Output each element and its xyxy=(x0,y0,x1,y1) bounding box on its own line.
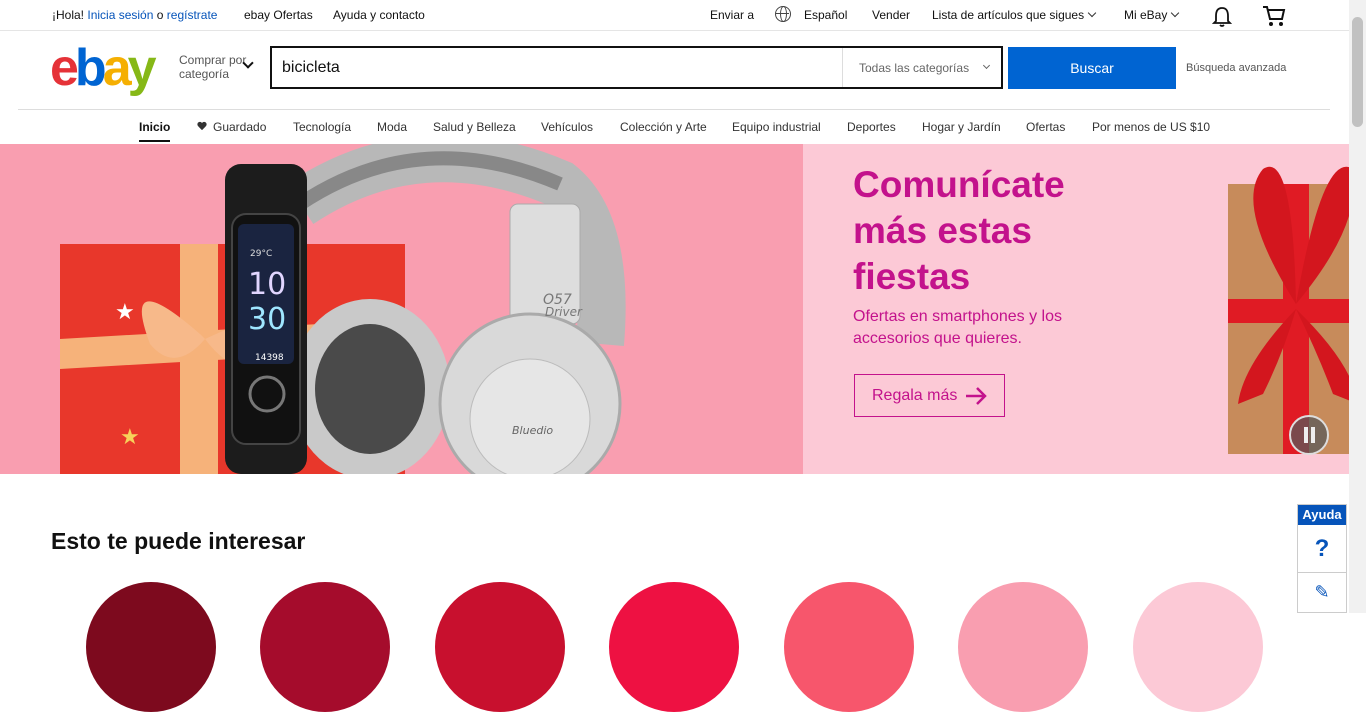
headphone-brand-text: Bluedio xyxy=(512,424,553,437)
hero-title: Comunícate más estas fiestas xyxy=(853,164,1065,297)
chevron-down-icon xyxy=(982,61,991,70)
svg-text:Driver: Driver xyxy=(545,305,583,319)
nav-item-hogar[interactable]: Hogar y Jardín xyxy=(922,120,1001,134)
category-circle[interactable] xyxy=(784,582,914,712)
help-widget[interactable]: Ayuda ? ✎ xyxy=(1297,504,1347,613)
chevron-down-icon xyxy=(1171,8,1180,18)
logo-letter: a xyxy=(102,39,132,97)
nav-item-guardado[interactable]: Guardado xyxy=(197,120,266,134)
nav-item-coleccion[interactable]: Colección y Arte xyxy=(620,120,707,134)
signin-link[interactable]: Inicia sesión xyxy=(87,8,153,22)
category-circle[interactable] xyxy=(435,582,565,712)
nav-item-equipo[interactable]: Equipo industrial xyxy=(732,120,821,134)
nav-item-menos-10[interactable]: Por menos de US $10 xyxy=(1092,120,1210,134)
chevron-down-icon xyxy=(1087,8,1097,18)
svg-text:★: ★ xyxy=(120,425,140,450)
ebay-logo[interactable]: ebay xyxy=(50,39,157,97)
category-circle[interactable] xyxy=(86,582,216,712)
greeting: ¡Hola! Inicia sesión o regístrate xyxy=(52,8,217,22)
hero-image[interactable]: ★ ★ O57 Driver Bluedio 29°C 10 30 14398 xyxy=(0,144,803,474)
search-button[interactable]: Buscar xyxy=(1008,47,1176,89)
scrollbar-thumb[interactable] xyxy=(1352,17,1363,127)
nav-item-salud[interactable]: Salud y Belleza xyxy=(433,120,516,134)
cart-icon[interactable] xyxy=(1262,5,1286,27)
logo-letter: e xyxy=(50,39,79,97)
header-divider xyxy=(18,109,1330,110)
pause-button[interactable] xyxy=(1289,415,1329,455)
gift-package-illustration xyxy=(1228,166,1349,454)
search-box: Todas las categorías xyxy=(270,46,1003,89)
active-tab-indicator xyxy=(139,140,170,142)
shop-by-category-button[interactable]: Comprar por categoría xyxy=(179,53,254,81)
globe-icon[interactable] xyxy=(775,6,791,22)
help-label: Ayuda xyxy=(1298,505,1346,525)
category-circle[interactable] xyxy=(609,582,739,712)
category-circle[interactable] xyxy=(958,582,1088,712)
section-title: Esto te puede interesar xyxy=(51,528,306,554)
page-scrollbar[interactable] xyxy=(1349,0,1366,613)
svg-text:10: 10 xyxy=(248,267,286,302)
notification-bell-icon[interactable] xyxy=(1212,6,1232,28)
svg-text:14398: 14398 xyxy=(255,353,284,363)
register-link[interactable]: regístrate xyxy=(167,8,218,22)
top-utility-bar: ¡Hola! Inicia sesión o regístrate ebay O… xyxy=(0,0,1349,31)
heart-icon xyxy=(197,122,207,131)
sell-link[interactable]: Vender xyxy=(872,8,910,22)
category-circle[interactable] xyxy=(1133,582,1263,712)
my-ebay-dropdown[interactable]: Mi eBay xyxy=(1124,8,1180,22)
nav-item-tecnologia[interactable]: Tecnología xyxy=(293,120,351,134)
nav-item-inicio[interactable]: Inicio xyxy=(139,120,170,134)
watchlist-dropdown[interactable]: Lista de artículos que sigues xyxy=(932,8,1097,22)
advanced-search-link[interactable]: Búsqueda avanzada xyxy=(1186,62,1286,74)
language-selector[interactable]: Español xyxy=(804,8,847,22)
feedback-icon[interactable]: ✎ xyxy=(1298,573,1346,611)
or-text: o xyxy=(156,8,164,22)
hero-cta-button[interactable]: Regala más xyxy=(854,374,1005,417)
greeting-text: ¡Hola! xyxy=(52,8,85,22)
svg-text:29°C: 29°C xyxy=(250,249,272,259)
hero-banner[interactable]: Comunícate más estas fiestas Ofertas en … xyxy=(803,144,1349,474)
logo-letter: y xyxy=(127,39,157,97)
search-input[interactable] xyxy=(282,56,832,80)
hero-product-illustration: ★ ★ O57 Driver Bluedio 29°C 10 30 14398 xyxy=(60,144,626,474)
nav-item-label: Guardado xyxy=(213,120,267,134)
svg-text:30: 30 xyxy=(248,302,286,337)
question-icon[interactable]: ? xyxy=(1298,525,1346,573)
nav-item-vehiculos[interactable]: Vehículos xyxy=(541,120,593,134)
nav-item-deportes[interactable]: Deportes xyxy=(847,120,896,134)
svg-text:★: ★ xyxy=(115,300,135,325)
watchlist-label: Lista de artículos que sigues xyxy=(932,8,1085,22)
nav-item-ofertas[interactable]: Ofertas xyxy=(1026,120,1065,134)
deals-link[interactable]: ebay Ofertas xyxy=(244,8,313,22)
category-circle[interactable] xyxy=(260,582,390,712)
category-select[interactable]: Todas las categorías xyxy=(842,48,1001,87)
hero-subtitle: Ofertas en smartphones y los accesorios … xyxy=(853,308,1062,347)
arrow-right-icon xyxy=(966,387,987,405)
nav-item-moda[interactable]: Moda xyxy=(377,120,407,134)
hero-cta-label: Regala más xyxy=(872,387,958,404)
logo-letter: b xyxy=(74,39,107,97)
shop-by-category-label: Comprar por categoría xyxy=(179,53,247,81)
category-select-label: Todas las categorías xyxy=(859,61,970,75)
ship-to-button[interactable]: Enviar a xyxy=(710,8,754,22)
my-ebay-label: Mi eBay xyxy=(1124,8,1168,22)
help-contact-link[interactable]: Ayuda y contacto xyxy=(333,8,425,22)
